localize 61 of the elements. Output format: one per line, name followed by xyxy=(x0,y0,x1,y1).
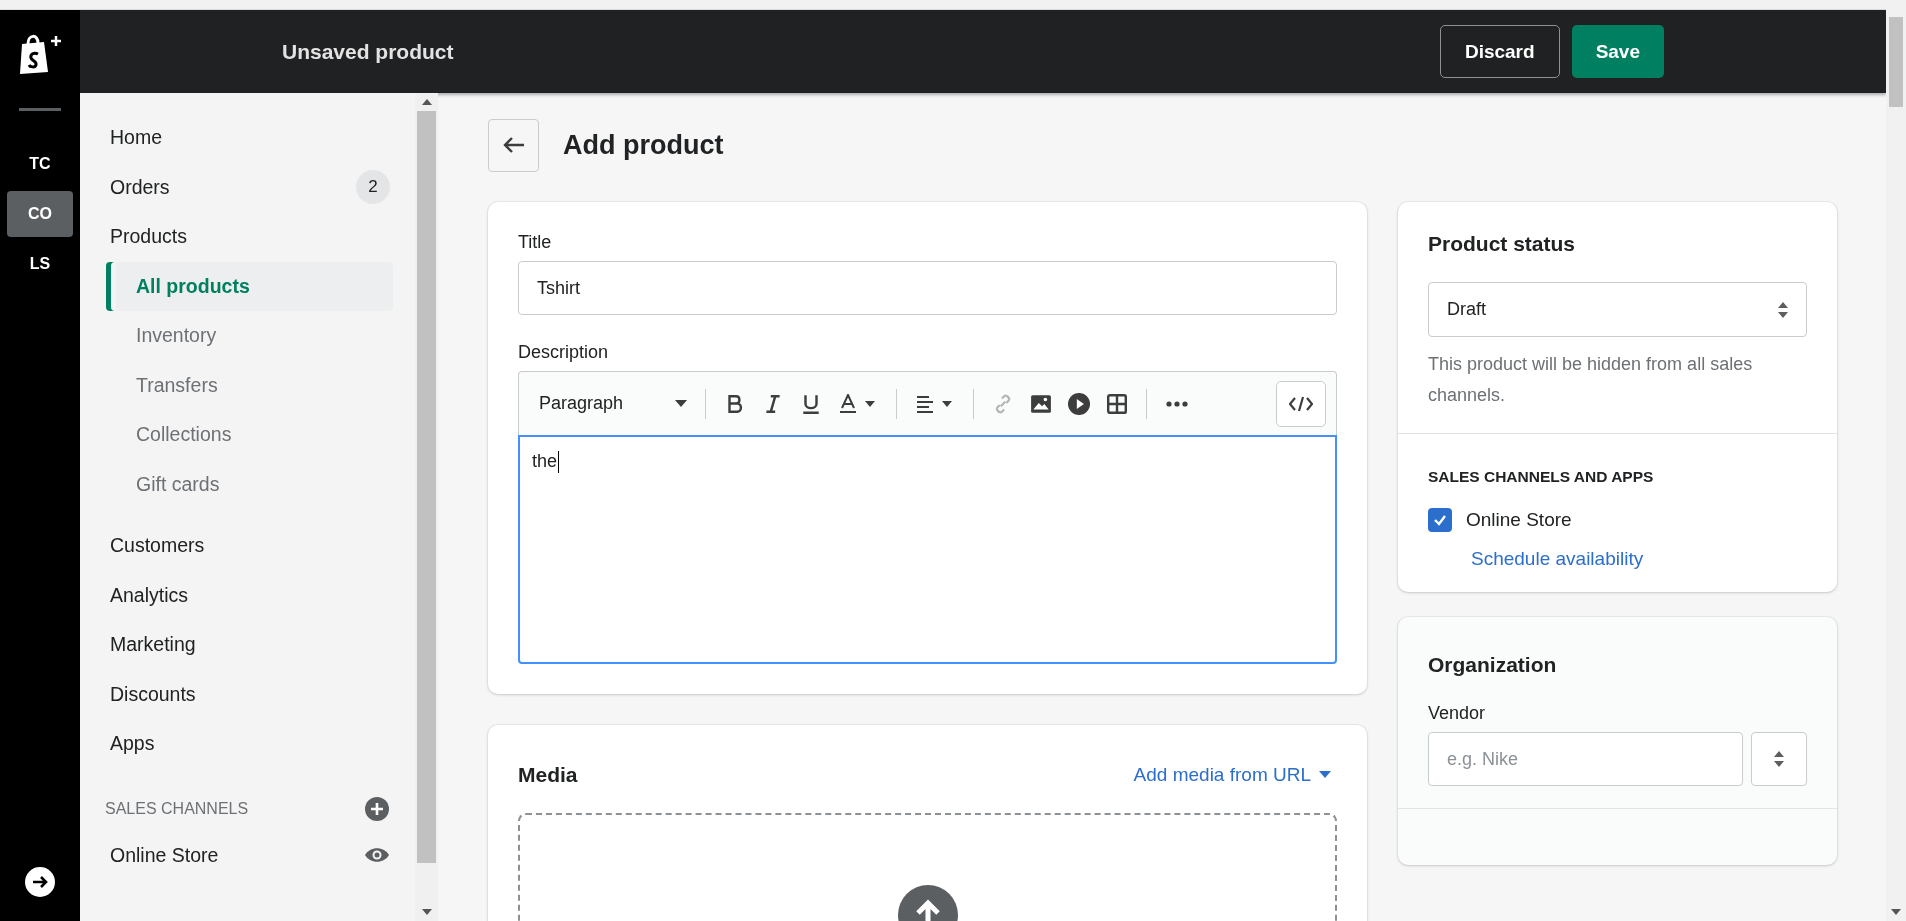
nav-item[interactable]: Products xyxy=(80,212,415,262)
status-select[interactable]: Draft xyxy=(1428,282,1807,337)
nav-item[interactable]: Orders 2 xyxy=(80,162,415,212)
section-heading: SALES CHANNELS AND APPS xyxy=(1428,468,1655,486)
field-label: Vendor xyxy=(1428,703,1487,724)
nav-item[interactable]: Home xyxy=(80,113,415,163)
nav-item[interactable]: Customers xyxy=(80,521,415,571)
field-label: Title xyxy=(518,232,553,253)
scroll-up-arrow-icon[interactable] xyxy=(421,99,432,105)
play-circle-icon[interactable] xyxy=(1068,392,1091,415)
nav-item[interactable]: Online Store xyxy=(80,830,415,880)
sidebar-scrollbar[interactable] xyxy=(415,93,438,921)
eye-icon[interactable] xyxy=(364,846,390,865)
scrollbar-thumb[interactable] xyxy=(417,111,436,863)
back-button[interactable] xyxy=(488,118,539,172)
save-button[interactable]: Save xyxy=(1571,25,1664,78)
field-label: Description xyxy=(518,342,610,363)
nav-item[interactable]: Analytics xyxy=(80,570,415,620)
caret-down-icon xyxy=(1319,771,1331,779)
more-icon[interactable] xyxy=(1165,400,1190,407)
format-dropdown[interactable]: Paragraph xyxy=(539,393,688,414)
store-switch-item[interactable]: LS xyxy=(7,241,73,287)
page-status-title: Unsaved product xyxy=(282,39,454,64)
vendor-input[interactable]: e.g. Nike xyxy=(1428,732,1743,786)
nav-item[interactable]: Marketing xyxy=(80,620,415,670)
title-input[interactable]: Tshirt xyxy=(518,261,1337,315)
code-view-button[interactable] xyxy=(1276,380,1326,427)
scrollbar-thumb[interactable] xyxy=(1889,17,1903,107)
image-icon[interactable] xyxy=(1030,392,1053,415)
nav-subitem[interactable]: Inventory xyxy=(106,311,393,361)
table-icon[interactable] xyxy=(1106,392,1129,415)
card-heading: Organization xyxy=(1428,653,1558,677)
count-badge: 2 xyxy=(356,170,390,205)
checkbox-label: Online Store xyxy=(1466,509,1572,531)
scroll-down-arrow-icon[interactable] xyxy=(1891,909,1901,915)
store-switch-item[interactable]: TC xyxy=(7,141,73,187)
help-text: This product will be hidden from all sales channels. xyxy=(1428,353,1754,407)
nav-item[interactable]: Discounts xyxy=(80,669,415,719)
add-media-link[interactable]: Add media from URL xyxy=(1133,764,1331,786)
card-heading: Media xyxy=(518,763,578,787)
discard-button[interactable]: Discard xyxy=(1439,25,1560,78)
back-arrow-icon xyxy=(502,136,525,154)
nav-subitem[interactable]: Transfers xyxy=(106,360,393,410)
description-text: the xyxy=(532,451,558,472)
nav-item[interactable]: Apps xyxy=(80,719,415,769)
store-switch-item[interactable]: CO xyxy=(7,191,73,237)
scroll-down-arrow-icon[interactable] xyxy=(421,909,432,915)
caret-down-icon xyxy=(675,399,688,408)
section-heading: SALES CHANNELS xyxy=(105,799,249,818)
card-heading: Product status xyxy=(1428,232,1577,256)
up-down-caret-icon xyxy=(1774,751,1784,767)
plus-circle-icon[interactable] xyxy=(365,796,389,821)
checkbox[interactable] xyxy=(1428,508,1452,532)
nav-subitem[interactable]: Gift cards xyxy=(106,459,393,509)
arrow-right-circle-icon[interactable] xyxy=(25,867,55,897)
page-title: Add product xyxy=(563,129,724,161)
nav-subitem[interactable]: Collections xyxy=(106,410,393,460)
up-down-caret-icon xyxy=(1778,301,1788,318)
code-icon xyxy=(1289,395,1313,412)
description-editor[interactable]: the xyxy=(518,435,1337,664)
schedule-availability-link[interactable]: Schedule availability xyxy=(1471,548,1807,570)
